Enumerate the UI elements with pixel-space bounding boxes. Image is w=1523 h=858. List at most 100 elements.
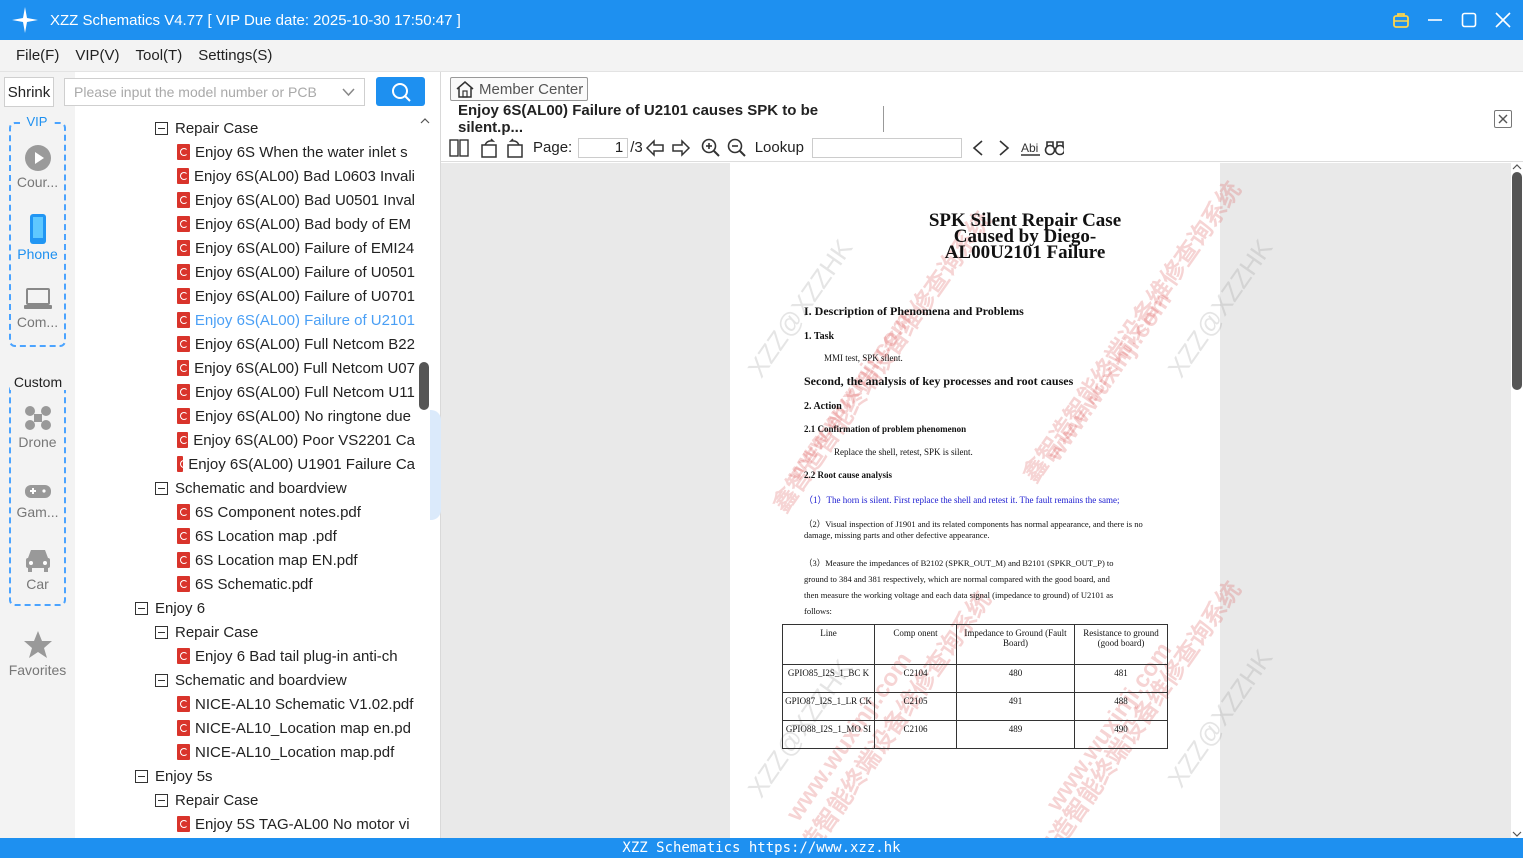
tree-item-label: Repair Case xyxy=(175,791,259,809)
body-text: （1）The horn is silent. First replace the… xyxy=(804,495,1120,505)
menu-file[interactable]: File(F) xyxy=(16,47,59,64)
tree-file-item[interactable]: Enjoy 6 Bad tail plug-in anti-ch xyxy=(177,644,415,668)
collapse-toggle-icon[interactable] xyxy=(155,793,168,807)
tree-folder-item[interactable]: Schematic and boardview xyxy=(155,476,415,500)
search-button[interactable] xyxy=(376,77,425,106)
tree-file-item[interactable]: 6S Location map .pdf xyxy=(177,524,415,548)
collapse-toggle-icon[interactable] xyxy=(155,673,168,687)
app-logo-icon xyxy=(10,5,40,35)
tree-file-item[interactable]: Enjoy 6S(AL00) Full Netcom B22 xyxy=(177,332,415,356)
collapse-panel-handle[interactable] xyxy=(430,410,441,520)
pdf-viewer[interactable]: XZZ@XZZHK 鑫智造智能终端设备维修查询系统 www.wuxinji.co… xyxy=(441,163,1511,838)
game-item[interactable]: Gam... xyxy=(0,480,75,520)
zoom-in-icon[interactable] xyxy=(701,138,721,158)
collapse-toggle-icon[interactable] xyxy=(155,625,168,639)
viewer-scroll-thumb[interactable] xyxy=(1512,172,1522,390)
car-item[interactable]: Car xyxy=(0,546,75,592)
tree-file-item[interactable]: 6S Component notes.pdf xyxy=(177,500,415,524)
model-search-input[interactable]: Please input the model number or PCB xyxy=(64,78,365,106)
tree-file-item[interactable]: Enjoy 6S(AL00) Full Netcom U07 xyxy=(177,356,415,380)
gamepad-icon xyxy=(24,485,51,498)
phone-item[interactable]: Phone xyxy=(0,214,75,262)
course-item[interactable]: Cour... xyxy=(0,144,75,190)
lookup-input[interactable] xyxy=(811,137,962,158)
close-document-icon[interactable] xyxy=(1494,110,1512,128)
tree-file-item[interactable]: Enjoy 6S(AL00) Bad L0603 Invali xyxy=(177,164,415,188)
pdf-file-icon xyxy=(177,240,190,256)
tree-item-label: Enjoy 6S(AL00) Failure of U0701 xyxy=(194,287,415,305)
find-all-icon[interactable] xyxy=(1044,138,1064,158)
tree-folder-item[interactable]: Enjoy 5s xyxy=(135,764,415,788)
menu-tool[interactable]: Tool(T) xyxy=(136,47,183,64)
tree-file-item[interactable]: Enjoy 6S(AL00) Failure of U0701 xyxy=(177,284,415,308)
close-icon[interactable] xyxy=(1493,10,1513,30)
maximize-icon[interactable] xyxy=(1459,10,1479,30)
vip-bag-icon[interactable] xyxy=(1391,10,1411,30)
dual-page-icon[interactable] xyxy=(449,138,469,158)
tree-folder-item[interactable]: Enjoy 6 xyxy=(135,596,415,620)
tree-item-label: Enjoy 6S(AL00) Full Netcom U11 xyxy=(195,383,415,401)
tree-file-item[interactable]: Enjoy 6S When the water inlet s xyxy=(177,140,415,164)
pdf-file-icon xyxy=(177,216,190,232)
prev-page-icon[interactable] xyxy=(645,138,665,158)
section-heading: I. Description of Phenomena and Problems xyxy=(804,304,1024,318)
collapse-toggle-icon[interactable] xyxy=(155,481,168,495)
drone-item[interactable]: Drone xyxy=(0,404,75,450)
tree-folder-item[interactable]: Repair Case xyxy=(155,116,415,140)
tree-item-label: NICE-AL10_Location map.pdf xyxy=(195,743,395,761)
tree-file-item[interactable]: NICE-AL10 Schematic V1.02.pdf xyxy=(177,692,415,716)
pdf-file-icon xyxy=(177,744,190,760)
favorites-item[interactable]: Favorites xyxy=(0,630,75,678)
window-title: XZZ Schematics V4.77 [ VIP Due date: 202… xyxy=(50,11,461,29)
member-center-button[interactable]: Member Center xyxy=(450,77,588,101)
pdf-file-icon xyxy=(177,552,190,568)
collapse-toggle-icon[interactable] xyxy=(135,601,148,615)
table-header: Impedance to Ground (Fault Board) xyxy=(956,624,1075,665)
tree-file-item[interactable]: Enjoy 6S(AL00) U1901 Failure Ca xyxy=(177,452,415,476)
match-case-icon[interactable]: Abi xyxy=(1020,138,1040,158)
collapse-toggle-icon[interactable] xyxy=(155,121,168,135)
find-next-icon[interactable] xyxy=(994,138,1014,158)
zoom-out-icon[interactable] xyxy=(727,138,747,158)
tree-file-item[interactable]: Enjoy 6S(AL00) Bad U0501 Inval xyxy=(177,188,415,212)
shrink-button[interactable]: Shrink xyxy=(4,77,54,107)
tree-item-label: Enjoy 5S TAG-AL00 No motor vi xyxy=(195,815,410,833)
tree-file-item[interactable]: 6S Location map EN.pdf xyxy=(177,548,415,572)
search-icon xyxy=(391,82,411,102)
next-page-icon[interactable] xyxy=(671,138,691,158)
tree-item-label: Enjoy 6S(AL00) Failure of EMI24 xyxy=(195,239,415,257)
rotate-right-icon[interactable] xyxy=(505,137,525,158)
find-prev-icon[interactable] xyxy=(968,138,988,158)
tree-file-item[interactable]: Enjoy 6S(AL00) Full Netcom U11 xyxy=(177,380,415,404)
body-text: Replace the shell, retest, SPK is silent… xyxy=(834,447,973,457)
tree-file-item[interactable]: Enjoy 6S(AL00) Failure of EMI24 xyxy=(177,236,415,260)
rotate-left-icon[interactable] xyxy=(479,137,499,158)
page-number-input[interactable]: 1 xyxy=(578,137,629,158)
menu-settings[interactable]: Settings(S) xyxy=(198,47,272,64)
pdf-file-icon xyxy=(177,264,190,280)
tree-file-item[interactable]: Enjoy 6S(AL00) Poor VS2201 Ca xyxy=(177,428,415,452)
tree-folder-item[interactable]: Repair Case xyxy=(155,788,415,812)
tree-item-label: Enjoy 6S(AL00) Bad body of EM xyxy=(195,215,411,233)
section-heading: Second, the analysis of key processes an… xyxy=(804,374,1074,388)
tree-file-item[interactable]: 6S Schematic.pdf xyxy=(177,572,415,596)
tree-item-label: Enjoy 6S(AL00) Poor VS2201 Ca xyxy=(193,431,415,449)
minimize-icon[interactable] xyxy=(1425,10,1445,30)
document-tab[interactable]: Enjoy 6S(AL00) Failure of U2101 causes S… xyxy=(450,102,884,136)
tree-folder-item[interactable]: Schematic and boardview xyxy=(155,668,415,692)
tree-file-item[interactable]: NICE-AL10_Location map en.pd xyxy=(177,716,415,740)
tree-file-item[interactable]: Enjoy 6S(AL00) Failure of U2101 xyxy=(177,308,415,332)
computer-item[interactable]: Com... xyxy=(0,286,75,330)
tree-scroll-thumb[interactable] xyxy=(419,362,429,410)
collapse-toggle-icon[interactable] xyxy=(135,769,148,783)
menu-vip[interactable]: VIP(V) xyxy=(75,47,119,64)
tree-file-item[interactable]: Enjoy 6S(AL00) Bad body of EM xyxy=(177,212,415,236)
tree-folder-item[interactable]: Repair Case xyxy=(155,620,415,644)
tree-file-item[interactable]: Enjoy 6S(AL00) Failure of U0501 xyxy=(177,260,415,284)
tree-file-item[interactable]: Enjoy 5S TAG-AL00 No motor vi xyxy=(177,812,415,836)
tree-item-label: Repair Case xyxy=(175,623,259,641)
tree-file-item[interactable]: NICE-AL10_Location map.pdf xyxy=(177,740,415,764)
body-text: MMI test, SPK silent. xyxy=(824,353,903,363)
tree-file-item[interactable]: Enjoy 6S(AL00) No ringtone due xyxy=(177,404,415,428)
phone-icon xyxy=(29,214,46,244)
